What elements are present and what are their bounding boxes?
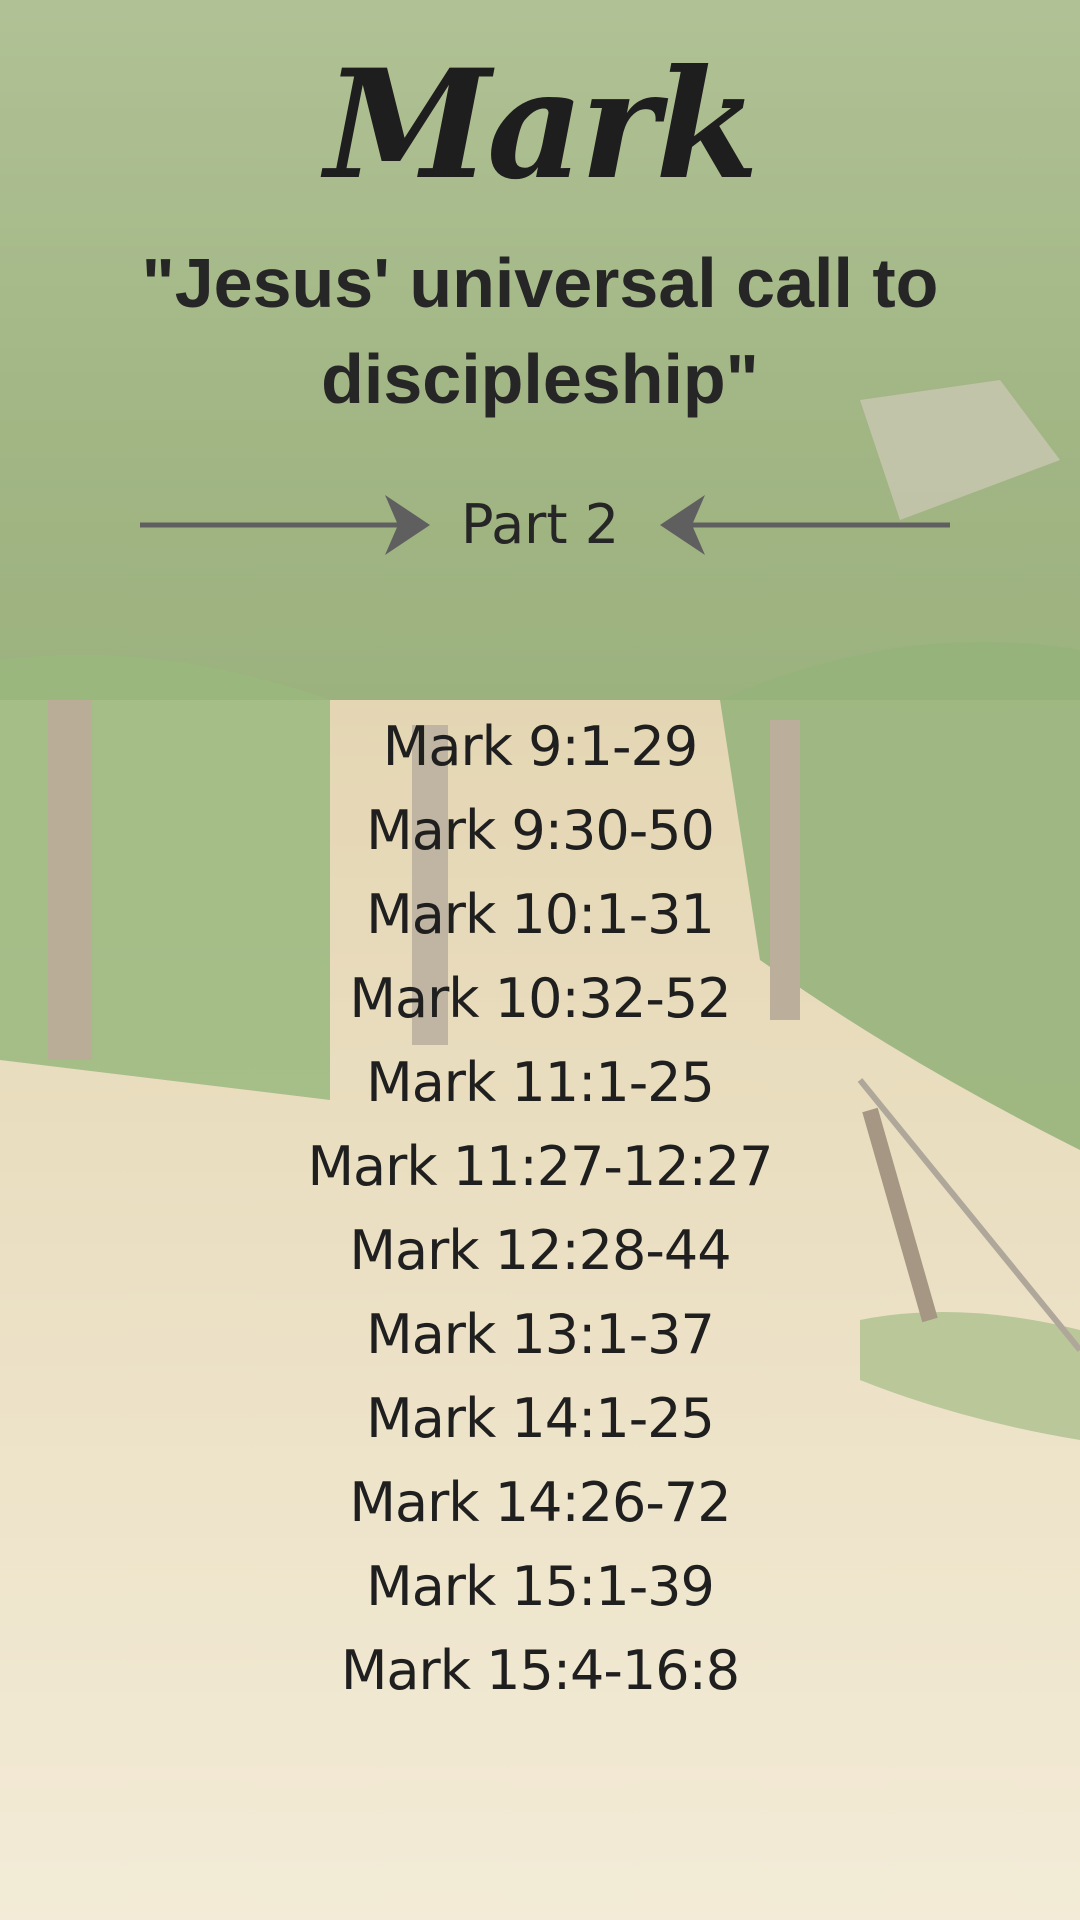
- passage-item: Mark 15:4-16:8: [340, 1639, 740, 1702]
- poster: Mark "Jesus' universal call to disciples…: [0, 0, 1080, 1920]
- arrow-right-icon: [140, 495, 430, 555]
- passage-list: Mark 9:1-29 Mark 9:30-50 Mark 10:1-31 Ma…: [0, 705, 1080, 1713]
- passage-item: Mark 9:1-29: [382, 715, 698, 778]
- part-heading: Part 2: [0, 480, 1080, 570]
- passage-item: Mark 14:1-25: [366, 1387, 715, 1450]
- passage-item: Mark 15:1-39: [366, 1555, 715, 1618]
- passage-item: Mark 13:1-37: [366, 1303, 715, 1366]
- arrow-left-icon: [660, 495, 950, 555]
- passage-item: Mark 14:26-72: [349, 1471, 731, 1534]
- passage-item: Mark 10:32-52: [349, 967, 731, 1030]
- passage-item: Mark 10:1-31: [366, 883, 715, 946]
- passage-item: Mark 11:1-25: [366, 1051, 715, 1114]
- passage-item: Mark 9:30-50: [366, 799, 715, 862]
- passage-item: Mark 12:28-44: [349, 1219, 731, 1282]
- poster-content: Mark "Jesus' universal call to disciples…: [0, 0, 1080, 1920]
- subtitle: "Jesus' universal call to discipleship": [141, 244, 939, 418]
- book-title: Mark: [324, 37, 759, 213]
- passage-item: Mark 11:27-12:27: [307, 1135, 773, 1198]
- part-label: Part 2: [460, 493, 620, 556]
